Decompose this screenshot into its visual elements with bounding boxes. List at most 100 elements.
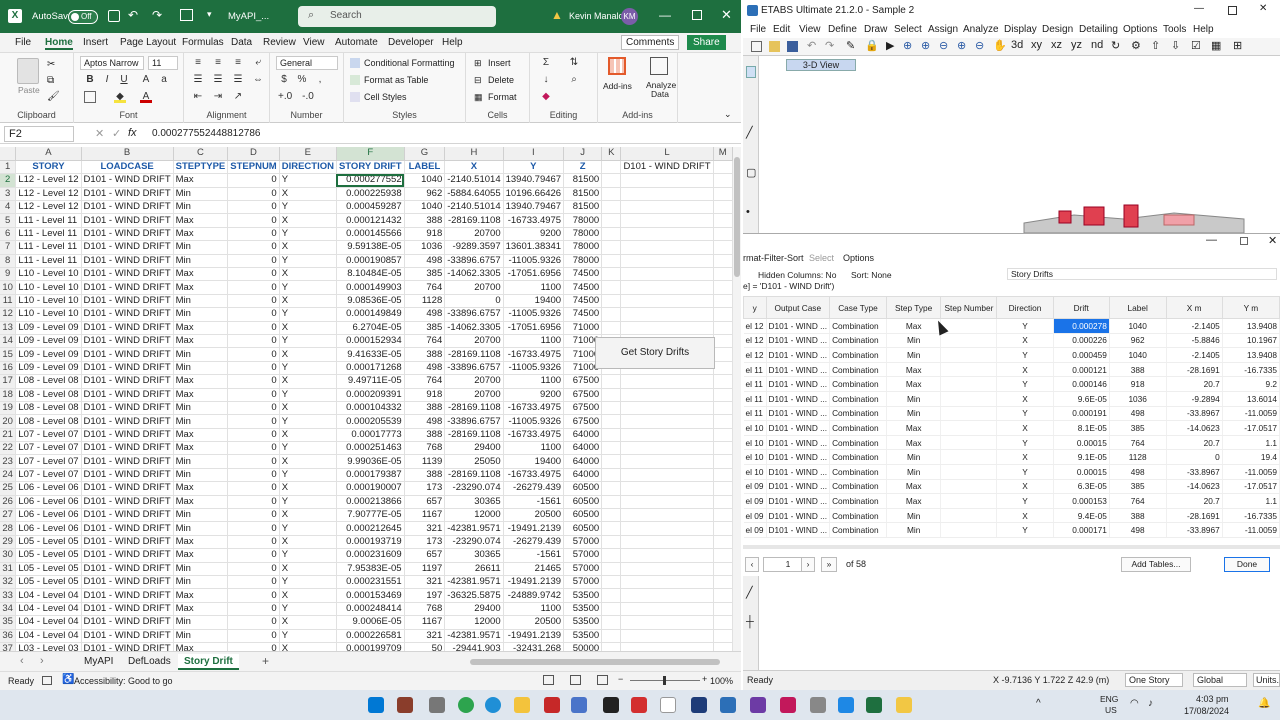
table-cell[interactable]: 0 — [227, 374, 280, 389]
restore-icon[interactable] — [692, 10, 702, 20]
drift-table-row[interactable]: el 09 D101 - WIND ... Combination Min X 9.4E-… — [743, 508, 1280, 524]
table-cell[interactable]: 0.000213866 — [336, 495, 405, 510]
table-cell[interactable]: 0 — [227, 307, 280, 322]
font-name-select[interactable]: Aptos Narrow — [80, 56, 144, 70]
table-cell[interactable]: 0 — [227, 347, 280, 362]
table-cell[interactable]: -2140.51014 — [444, 200, 504, 215]
table-cell[interactable]: 0 — [227, 588, 280, 603]
table-cell[interactable]: Min — [173, 401, 229, 416]
vertical-scrollbar[interactable] — [733, 147, 741, 651]
drift-table-cell[interactable]: -2.1405 — [1166, 347, 1223, 363]
cell[interactable] — [601, 294, 622, 309]
table-cell[interactable]: 0 — [227, 267, 280, 282]
menu-edit[interactable]: Edit — [773, 24, 790, 35]
drift-table-cell[interactable]: 1.1 — [1222, 435, 1280, 451]
table-cell[interactable]: 78000 — [563, 254, 603, 269]
autosum-icon[interactable]: Σ — [540, 57, 552, 69]
drift-table-cell[interactable]: 0.000191 — [1053, 406, 1110, 422]
table-cell[interactable]: 53500 — [563, 615, 603, 630]
drift-table-cell[interactable]: X — [996, 333, 1054, 349]
table-cell[interactable]: L10 - Level 10 — [15, 280, 82, 295]
header-cell[interactable]: STORY — [15, 160, 82, 175]
table-cell[interactable]: L12 - Level 12 — [15, 173, 82, 188]
table-cell[interactable]: 9200 — [503, 388, 565, 402]
save-icon[interactable] — [108, 10, 120, 22]
table-cell[interactable]: Min — [173, 294, 229, 309]
menu-define[interactable]: Define — [828, 24, 857, 35]
table-cell[interactable]: D101 - WIND DRIFT — [81, 535, 174, 550]
orientation-icon[interactable]: ↗ — [232, 91, 244, 103]
column-header[interactable]: K — [601, 147, 622, 161]
drift-table-cell[interactable]: Combination — [829, 435, 887, 451]
drift-table-cell[interactable]: el 10 — [743, 464, 767, 480]
story-select[interactable]: One Story — [1125, 673, 1183, 687]
table-cell[interactable]: X — [279, 294, 337, 309]
get-story-drifts-button[interactable]: Get Story Drifts — [595, 337, 715, 369]
drift-table-cell[interactable]: -9.2894 — [1166, 391, 1223, 407]
drift-table-cell[interactable]: Combination — [829, 406, 887, 422]
table-cell[interactable]: L04 - Level 04 — [15, 629, 82, 643]
drift-table-cell[interactable]: 10.1967 — [1222, 333, 1280, 349]
app-icon-5[interactable] — [660, 697, 676, 713]
drift-column-header[interactable]: y — [743, 296, 767, 319]
autosave-toggle[interactable]: Off — [68, 10, 98, 24]
drift-table-cell[interactable]: 388 — [1109, 362, 1167, 378]
cell[interactable] — [620, 213, 714, 228]
drift-table-cell[interactable]: -14.0623 — [1166, 479, 1223, 495]
table-cell[interactable]: 74500 — [563, 307, 603, 322]
cell[interactable] — [713, 535, 733, 550]
align-top-icon[interactable]: ≡ — [192, 57, 204, 69]
currency-icon[interactable]: $ — [278, 74, 290, 86]
sheet-tab-story-drift[interactable]: Story Drift — [178, 654, 239, 670]
table-cell[interactable]: L06 - Level 06 — [15, 495, 82, 510]
column-header[interactable]: J — [563, 147, 603, 161]
table-cell[interactable]: Min — [173, 200, 229, 215]
tab-insert[interactable]: Insert — [83, 37, 108, 48]
drift-table-cell[interactable]: 918 — [1109, 376, 1167, 392]
rotate-icon[interactable]: ↻ — [1111, 39, 1120, 52]
drift-table-cell[interactable]: D101 - WIND ... — [766, 435, 831, 451]
row-header[interactable]: 33 — [0, 588, 17, 603]
italic-icon[interactable]: I — [101, 74, 113, 86]
drift-table-cell[interactable]: 8.1E-05 — [1053, 420, 1110, 436]
cell[interactable] — [620, 321, 714, 335]
app-icon-8[interactable] — [780, 697, 796, 713]
table-cell[interactable]: -17051.6956 — [503, 267, 565, 282]
table-cell[interactable]: 0.000145566 — [336, 227, 405, 242]
qat-dropdown-icon[interactable]: ▾ — [207, 9, 212, 20]
cell[interactable] — [620, 267, 714, 282]
down-one-level-icon[interactable]: ⇩ — [1171, 39, 1180, 52]
drift-table-cell[interactable]: Min — [886, 522, 942, 538]
table-cell[interactable]: D101 - WIND DRIFT — [81, 321, 174, 335]
header-cell[interactable]: DIRECTION — [279, 160, 337, 175]
etabs-restore-icon[interactable] — [1228, 6, 1237, 15]
app-icon-10[interactable] — [896, 697, 912, 713]
cell[interactable] — [601, 200, 622, 215]
drift-table-cell[interactable]: Combination — [829, 318, 887, 334]
header-cell[interactable]: LOADCASE — [81, 160, 174, 175]
drift-table-cell[interactable]: Combination — [829, 493, 887, 509]
more-tools-icon[interactable]: ⊞ — [1233, 39, 1242, 52]
view-plan-icon[interactable]: xy — [1031, 39, 1042, 51]
table-cell[interactable]: 0 — [227, 548, 280, 563]
drift-table-cell[interactable]: Y — [996, 435, 1054, 451]
drift-table-cell[interactable] — [940, 318, 998, 334]
cell[interactable] — [713, 629, 733, 643]
table-cell[interactable]: 0 — [227, 454, 280, 469]
table-cell[interactable]: D101 - WIND DRIFT — [81, 428, 174, 443]
align-left-icon[interactable]: ☰ — [192, 74, 204, 86]
sheet-tab-defloads[interactable]: DefLoads — [122, 654, 177, 670]
enter-icon[interactable]: ✓ — [112, 127, 121, 140]
drift-table-cell[interactable]: -11.0059 — [1222, 464, 1280, 480]
row-header[interactable]: 13 — [0, 321, 17, 335]
drift-table-cell[interactable]: -16.7335 — [1222, 508, 1280, 524]
column-header[interactable]: D — [227, 147, 280, 161]
cell[interactable] — [713, 481, 733, 496]
font-grow-icon[interactable]: A — [140, 74, 152, 86]
row-header[interactable]: 36 — [0, 629, 17, 643]
table-cell[interactable]: D101 - WIND DRIFT — [81, 481, 174, 496]
column-header[interactable]: H — [444, 147, 504, 161]
drift-table-cell[interactable]: Max — [886, 493, 942, 509]
table-cell[interactable]: 498 — [404, 414, 446, 429]
table-cell[interactable]: Y — [279, 280, 337, 295]
